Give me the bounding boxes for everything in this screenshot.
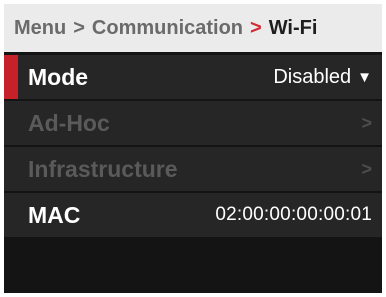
chevron-right-icon: > [361, 112, 372, 133]
ad-hoc-label: Ad-Hoc [28, 109, 110, 136]
infrastructure-label: Infrastructure [28, 155, 178, 182]
breadcrumb-root[interactable]: Menu [14, 17, 66, 40]
breadcrumb-current: Wi-Fi [268, 16, 318, 39]
caret-down-icon: ▼ [357, 68, 372, 86]
selection-indicator [4, 55, 18, 99]
mac-row: MAC 02:00:00:00:00:01 [4, 193, 382, 237]
mode-dropdown[interactable]: Disabled ▼ [273, 66, 372, 89]
mac-address-value: 02:00:00:00:00:01 [215, 204, 372, 225]
breadcrumb: Menu > Communication > Wi-Fi [4, 4, 382, 52]
infrastructure-row[interactable]: Infrastructure > [4, 147, 382, 191]
mode-value: Disabled [273, 65, 352, 88]
breadcrumb-separator-active: > [250, 16, 262, 39]
wifi-menu-screen: Menu > Communication > Wi-Fi Mode Disabl… [4, 4, 382, 293]
mode-row[interactable]: Mode Disabled ▼ [4, 55, 382, 99]
mode-label: Mode [28, 63, 89, 90]
breadcrumb-parent[interactable]: Communication [92, 17, 243, 40]
chevron-right-icon: > [361, 158, 372, 179]
mac-label: MAC [28, 201, 81, 228]
breadcrumb-separator: > [73, 16, 85, 39]
ad-hoc-row[interactable]: Ad-Hoc > [4, 101, 382, 145]
